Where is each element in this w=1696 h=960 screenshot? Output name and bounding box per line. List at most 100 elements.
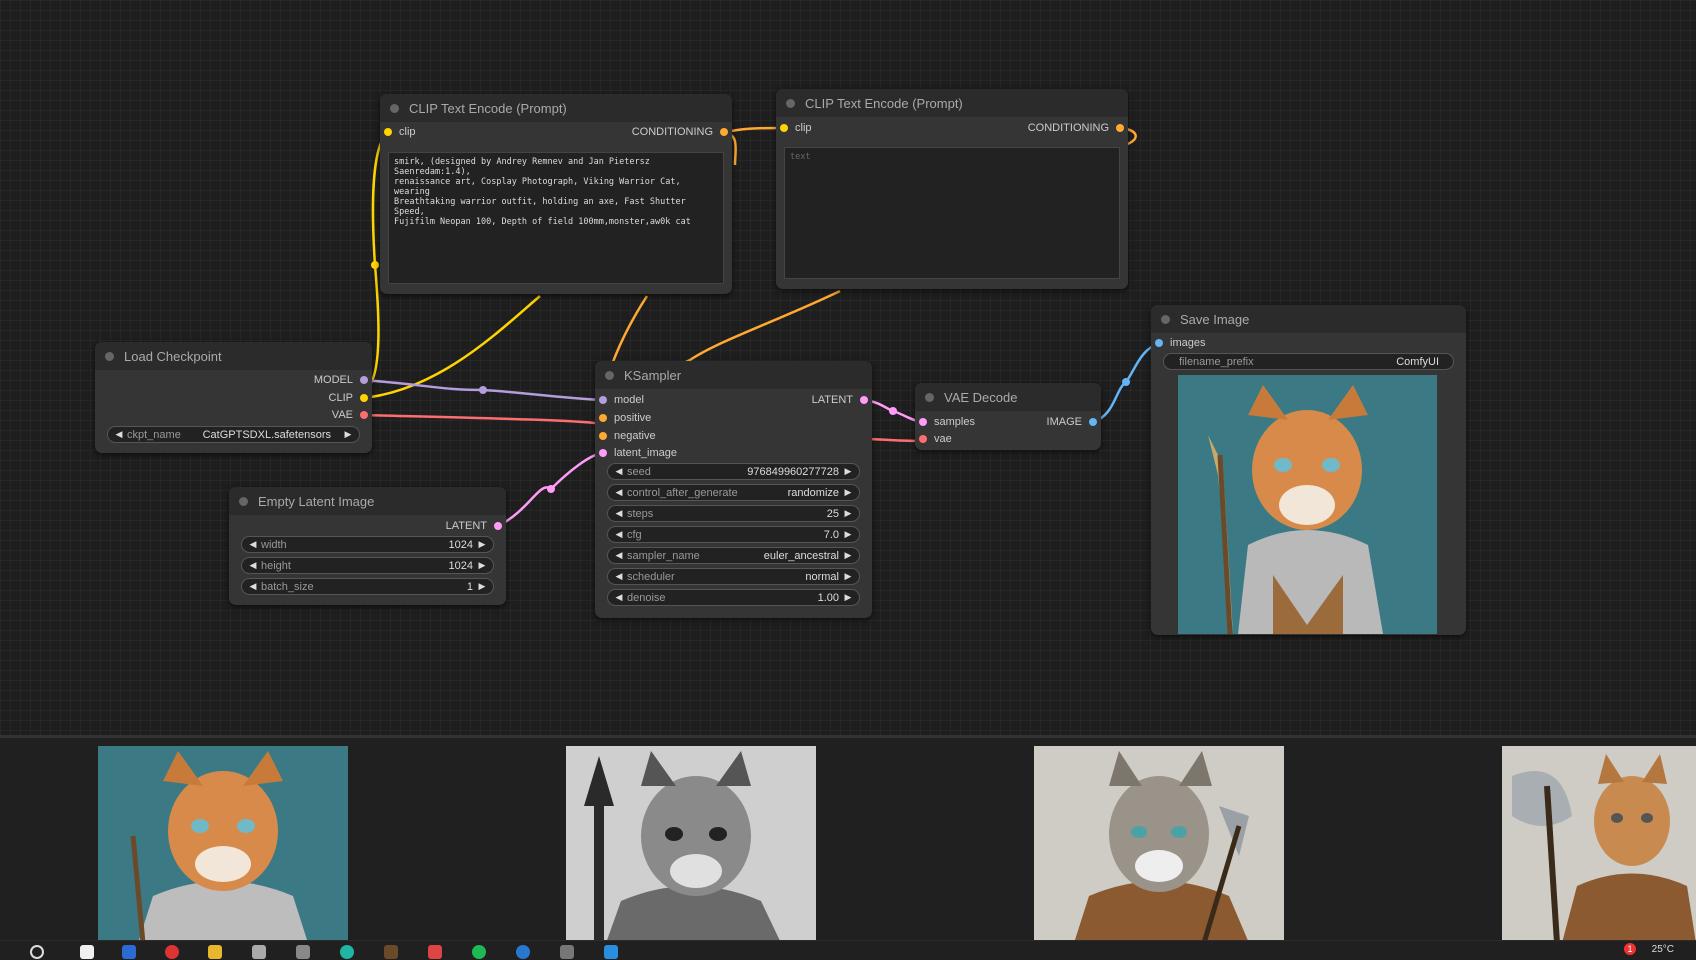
arrow-right-icon[interactable]: ▶ (843, 508, 853, 519)
pin-icon[interactable] (919, 435, 927, 443)
pin-icon[interactable] (919, 418, 927, 426)
gallery-thumb[interactable] (98, 746, 348, 943)
pin-icon[interactable] (360, 376, 368, 384)
output-slot-model[interactable]: MODEL (314, 372, 368, 388)
edge-icon[interactable] (340, 945, 354, 959)
arrow-right-icon[interactable]: ▶ (843, 529, 853, 540)
input-slot-positive[interactable]: positive (599, 410, 651, 426)
photos-icon[interactable] (428, 945, 442, 959)
arrow-right-icon[interactable]: ▶ (843, 550, 853, 561)
gallery-thumb[interactable] (566, 746, 816, 943)
pin-icon[interactable] (599, 396, 607, 404)
arrow-right-icon[interactable]: ▶ (343, 429, 353, 440)
pin-icon[interactable] (599, 449, 607, 457)
arrow-right-icon[interactable]: ▶ (843, 571, 853, 582)
output-slot-image[interactable]: IMAGE (1047, 414, 1097, 430)
arrow-right-icon[interactable]: ▶ (843, 466, 853, 477)
app-icon[interactable] (296, 945, 310, 959)
pin-icon[interactable] (360, 394, 368, 402)
node-title-bar[interactable]: KSampler (595, 361, 872, 389)
height-widget[interactable]: ◀ height 1024 ▶ (241, 557, 494, 574)
prompt-textarea[interactable]: text (784, 147, 1120, 279)
pin-icon[interactable] (860, 396, 868, 404)
app-icon[interactable] (252, 945, 266, 959)
arrow-right-icon[interactable]: ▶ (477, 539, 487, 550)
arrow-left-icon[interactable]: ◀ (614, 592, 624, 603)
pin-icon[interactable] (384, 128, 392, 136)
node-title-bar[interactable]: Save Image (1151, 305, 1466, 333)
input-slot-model[interactable]: model (599, 392, 644, 408)
arrow-right-icon[interactable]: ▶ (843, 487, 853, 498)
scheduler-widget[interactable]: ◀ scheduler normal ▶ (607, 568, 860, 585)
arrow-left-icon[interactable]: ◀ (114, 429, 124, 440)
graph-canvas[interactable]: CLIP Text Encode (Prompt) clip CONDITION… (0, 0, 1696, 735)
ckpt-name-combo[interactable]: ◀ ckpt_name CatGPTSDXL.safetensors ▶ (107, 426, 360, 443)
pin-icon[interactable] (1116, 124, 1124, 132)
pin-icon[interactable] (599, 414, 607, 422)
input-slot-images[interactable]: images (1155, 335, 1205, 351)
output-slot-latent[interactable]: LATENT (446, 518, 502, 534)
node-clip-text-encode-positive[interactable]: CLIP Text Encode (Prompt) clip CONDITION… (380, 94, 732, 294)
app-icon[interactable] (516, 945, 530, 959)
arrow-right-icon[interactable]: ▶ (477, 560, 487, 571)
collapse-dot-icon[interactable] (390, 103, 399, 113)
vscode-icon[interactable] (604, 945, 618, 959)
weather-temp[interactable]: 25°C (1652, 944, 1674, 955)
node-title-bar[interactable]: CLIP Text Encode (Prompt) (776, 89, 1128, 117)
arrow-left-icon[interactable]: ◀ (248, 539, 258, 550)
arrow-right-icon[interactable]: ▶ (477, 581, 487, 592)
node-vae-decode[interactable]: VAE Decode samples vae IMAGE (915, 383, 1101, 450)
collapse-dot-icon[interactable] (786, 98, 795, 108)
denoise-widget[interactable]: ◀ denoise 1.00 ▶ (607, 589, 860, 606)
output-slot-conditioning[interactable]: CONDITIONING (632, 124, 728, 140)
steps-widget[interactable]: ◀ steps 25 ▶ (607, 505, 860, 522)
input-slot-samples[interactable]: samples (919, 414, 975, 430)
node-empty-latent-image[interactable]: Empty Latent Image LATENT ◀ width 1024 ▶ ◀ h… (229, 487, 506, 605)
sampler-name-widget[interactable]: ◀ sampler_name euler_ancestral ▶ (607, 547, 860, 564)
chrome-icon[interactable] (165, 945, 179, 959)
filename-prefix-input[interactable]: filename_prefix ComfyUI (1163, 353, 1454, 370)
pin-icon[interactable] (1089, 418, 1097, 426)
arrow-left-icon[interactable]: ◀ (614, 487, 624, 498)
pin-icon[interactable] (599, 432, 607, 440)
collapse-dot-icon[interactable] (605, 370, 614, 380)
input-slot-clip[interactable]: clip (384, 124, 416, 140)
arrow-right-icon[interactable]: ▶ (843, 592, 853, 603)
input-slot-latent-image[interactable]: latent_image (599, 445, 677, 461)
batch-size-widget[interactable]: ◀ batch_size 1 ▶ (241, 578, 494, 595)
output-slot-conditioning[interactable]: CONDITIONING (1028, 120, 1124, 136)
gallery-thumb[interactable] (1502, 746, 1696, 943)
prompt-textarea[interactable]: smirk, (designed by Andrey Remnev and Ja… (388, 152, 724, 284)
gallery-thumb[interactable] (1034, 746, 1284, 943)
folder-icon[interactable] (208, 945, 222, 959)
collapse-dot-icon[interactable] (105, 351, 114, 361)
collapse-dot-icon[interactable] (1161, 314, 1170, 324)
arrow-left-icon[interactable]: ◀ (248, 581, 258, 592)
taskview-icon[interactable] (80, 945, 94, 959)
arrow-left-icon[interactable]: ◀ (614, 529, 624, 540)
control-after-generate-widget[interactable]: ◀ control_after_generate randomize ▶ (607, 484, 860, 501)
arrow-left-icon[interactable]: ◀ (614, 466, 624, 477)
input-slot-clip[interactable]: clip (780, 120, 812, 136)
arrow-left-icon[interactable]: ◀ (614, 550, 624, 561)
arrow-left-icon[interactable]: ◀ (248, 560, 258, 571)
app-icon[interactable] (384, 945, 398, 959)
output-slot-vae[interactable]: VAE (332, 407, 368, 423)
input-slot-vae[interactable]: vae (919, 431, 952, 447)
search-icon[interactable] (30, 945, 44, 959)
app-icon[interactable] (122, 945, 136, 959)
width-widget[interactable]: ◀ width 1024 ▶ (241, 536, 494, 553)
pin-icon[interactable] (780, 124, 788, 132)
spotify-icon[interactable] (472, 945, 486, 959)
arrow-left-icon[interactable]: ◀ (614, 508, 624, 519)
node-clip-text-encode-negative[interactable]: CLIP Text Encode (Prompt) clip CONDITION… (776, 89, 1128, 289)
node-title-bar[interactable]: Empty Latent Image (229, 487, 506, 515)
node-ksampler[interactable]: KSampler model positive negative latent_… (595, 361, 872, 618)
node-load-checkpoint[interactable]: Load Checkpoint MODEL CLIP VAE ◀ ckpt_na… (95, 342, 372, 453)
shield-icon[interactable] (560, 945, 574, 959)
output-slot-latent[interactable]: LATENT (812, 392, 868, 408)
seed-widget[interactable]: ◀ seed 976849960277728 ▶ (607, 463, 860, 480)
preview-image[interactable] (1178, 375, 1437, 634)
node-title-bar[interactable]: CLIP Text Encode (Prompt) (380, 94, 732, 122)
pin-icon[interactable] (720, 128, 728, 136)
